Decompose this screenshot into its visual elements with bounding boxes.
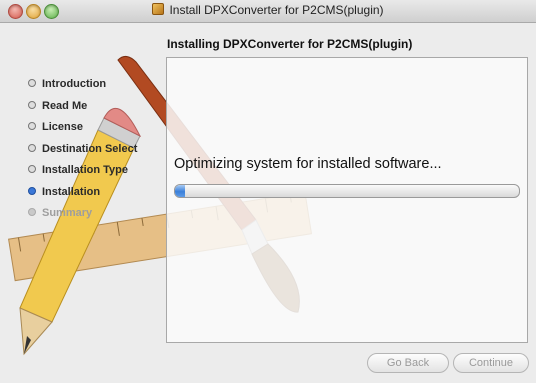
window-title: Install DPXConverter for P2CMS(plugin)	[169, 3, 384, 17]
step-bullet-icon	[28, 122, 36, 130]
step-bullet-icon	[28, 208, 36, 216]
step-bullet-icon	[28, 79, 36, 87]
step-introduction: Introduction	[28, 77, 168, 99]
step-label: License	[42, 121, 83, 133]
step-license: License	[28, 120, 168, 142]
installer-window: Install DPXConverter for P2CMS(plugin) I…	[0, 0, 536, 383]
step-label: Read Me	[42, 99, 88, 112]
title-bar: Install DPXConverter for P2CMS(plugin)	[0, 0, 536, 23]
step-summary: Summary	[28, 206, 168, 228]
step-label: Installation	[42, 185, 101, 198]
step-bullet-icon	[28, 165, 36, 173]
step-label: Installation Type	[42, 164, 128, 176]
continue-button[interactable]: Continue	[453, 353, 529, 373]
page-heading: Installing DPXConverter for P2CMS(plugin…	[167, 37, 413, 51]
content-panel: Optimizing system for installed software…	[166, 57, 528, 343]
window-title-area: Install DPXConverter for P2CMS(plugin)	[0, 3, 536, 17]
step-label: Summary	[42, 207, 93, 219]
step-read-me: Read Me	[28, 99, 168, 121]
step-installation: Installation	[28, 185, 168, 207]
step-label: Introduction	[42, 78, 107, 90]
step-installation-type: Installation Type	[28, 163, 168, 185]
installer-steps-sidebar: Introduction Read Me License Destination…	[28, 77, 168, 228]
install-progress-bar	[174, 184, 520, 198]
current-step-bullet-icon	[28, 186, 36, 195]
install-status-text: Optimizing system for installed software…	[174, 156, 442, 172]
step-label: Destination Select	[42, 142, 138, 155]
step-destination-select: Destination Select	[28, 142, 168, 164]
step-bullet-icon	[28, 143, 36, 152]
progress-fill	[175, 185, 186, 197]
package-icon	[152, 3, 165, 15]
step-bullet-icon	[28, 100, 36, 109]
go-back-button[interactable]: Go Back	[367, 353, 449, 373]
